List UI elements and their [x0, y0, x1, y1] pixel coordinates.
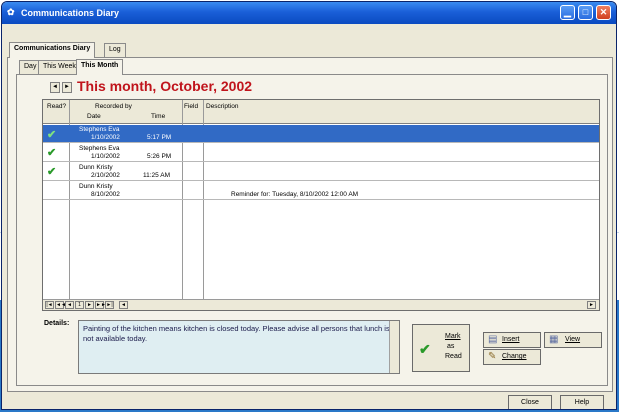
title-bar[interactable]: ✿ Communications Diary ▁ □ ✕ [2, 2, 616, 24]
previous-page-button[interactable]: ◄◄ [55, 301, 66, 309]
minimize-button[interactable]: ▁ [560, 5, 575, 20]
read-check-icon: ✔ [47, 129, 57, 141]
row-date: 1/10/2002 [91, 134, 120, 141]
read-check-icon: ✔ [47, 147, 57, 159]
previous-month-button[interactable]: ◄ [50, 82, 60, 93]
maximize-button[interactable]: □ [578, 5, 593, 20]
scroll-left-button[interactable]: ◄ [119, 301, 128, 309]
row-time: 5:26 PM [147, 153, 172, 160]
table-row[interactable]: Dunn Kristy 8/10/2002 Reminder for: Tues… [43, 182, 599, 200]
close-button[interactable]: Close [508, 395, 552, 409]
tab-this-week[interactable]: This Week [38, 60, 81, 75]
next-record-button[interactable]: ► [85, 301, 94, 309]
view-icon: ▦ [549, 334, 559, 345]
details-label: Details: [44, 320, 70, 327]
table-header: Read? Recorded by Date Time Field Descri… [43, 100, 599, 124]
tab-communications-diary[interactable]: Communications Diary [9, 42, 96, 58]
close-window-button[interactable]: ✕ [596, 5, 611, 20]
app-icon: ✿ [7, 7, 15, 17]
insert-button[interactable]: ▤ Insert [483, 332, 541, 348]
read-check-icon: ✔ [47, 166, 57, 178]
tab-log[interactable]: Log [104, 43, 126, 58]
details-textarea[interactable]: Painting of the kitchen means kitchen is… [78, 320, 400, 374]
insert-icon: ▤ [488, 334, 498, 345]
row-recorded-by: Stephens Eva [79, 145, 120, 152]
row-time: 11:25 AM [143, 172, 170, 179]
scroll-right-button[interactable]: ► [587, 301, 596, 309]
column-header-read[interactable]: Read? [47, 103, 66, 110]
help-button[interactable]: Help [560, 395, 604, 409]
mark-as-read-button[interactable]: ✔ Mark as Read [412, 324, 470, 372]
next-page-button[interactable]: ►► [95, 301, 106, 309]
window-title: Communications Diary [21, 8, 120, 18]
previous-record-button[interactable]: ◄ [65, 301, 74, 309]
next-month-button[interactable]: ► [62, 82, 72, 93]
table-navigation-bar: |◄ ◄◄ ◄ 1 ► ►► ►| ◄ ► [43, 299, 599, 310]
row-recorded-by: Dunn Kristy [79, 183, 113, 190]
row-description: Reminder for: Tuesday, 8/10/2002 12:00 A… [231, 191, 359, 198]
change-button[interactable]: ✎ Change [483, 349, 541, 365]
communications-diary-window: ✿ Communications Diary ▁ □ ✕ Communicati… [1, 1, 617, 410]
tab-this-month[interactable]: This Month [76, 59, 124, 75]
row-date: 1/10/2002 [91, 153, 120, 160]
column-header-description[interactable]: Description [206, 103, 239, 110]
table-row[interactable]: ✔ Stephens Eva 1/10/2002 5:17 PM [43, 125, 599, 143]
month-title: This month, October, 2002 [77, 78, 253, 94]
table-row[interactable]: ✔ Dunn Kristy 2/10/2002 11:25 AM [43, 163, 599, 181]
details-text: Painting of the kitchen means kitchen is… [83, 324, 390, 343]
table-row[interactable]: ✔ Stephens Eva 1/10/2002 5:26 PM [43, 144, 599, 162]
check-icon: ✔ [419, 341, 431, 357]
column-header-recorded-by[interactable]: Recorded by [95, 103, 132, 110]
row-time: 5:17 PM [147, 134, 172, 141]
row-recorded-by: Dunn Kristy [79, 164, 113, 171]
change-icon: ✎ [488, 351, 497, 362]
column-header-time[interactable]: Time [151, 113, 165, 120]
details-scrollbar[interactable] [389, 321, 399, 373]
first-record-button[interactable]: |◄ [45, 301, 54, 309]
mark-as-read-line1: Mark [445, 333, 461, 340]
column-header-date[interactable]: Date [87, 113, 101, 120]
row-recorded-by: Stephens Eva [79, 126, 120, 133]
change-label: Change [502, 353, 527, 360]
view-button[interactable]: ▦ View [544, 332, 602, 348]
mark-as-read-line2: as [447, 343, 455, 350]
record-number[interactable]: 1 [75, 301, 84, 309]
diary-table: Read? Recorded by Date Time Field Descri… [42, 99, 600, 311]
column-header-field[interactable]: Field [184, 103, 198, 110]
row-date: 2/10/2002 [91, 172, 120, 179]
row-date: 8/10/2002 [91, 191, 120, 198]
insert-label: Insert [502, 336, 520, 343]
mark-as-read-line3: Read [445, 353, 462, 360]
view-label: View [565, 336, 581, 343]
last-record-button[interactable]: ►| [105, 301, 114, 309]
